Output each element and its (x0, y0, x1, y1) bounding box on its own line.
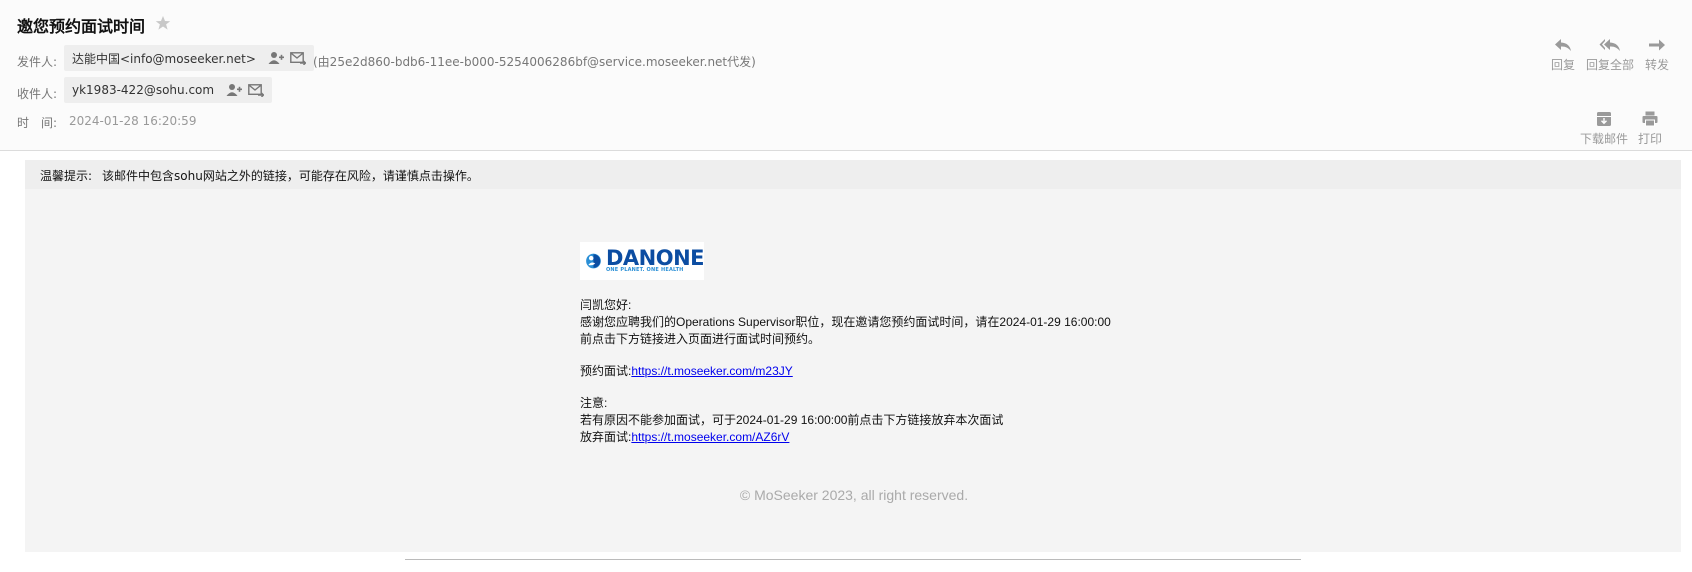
add-contact-icon[interactable] (226, 83, 243, 97)
greeting: 闫凯您好: (580, 298, 632, 312)
copyright-text: © MoSeeker 2023, all right reserved. (739, 487, 969, 503)
abandon-label: 放弃面试: (580, 430, 632, 444)
print-label: 打印 (1637, 132, 1662, 146)
sender-address[interactable]: 达能中国<info@moseeker.net> (72, 50, 256, 67)
recipient-address[interactable]: yk1983-422@sohu.com (72, 83, 214, 97)
send-mail-icon[interactable] (248, 83, 265, 97)
star-icon[interactable] (155, 15, 171, 31)
warning-text: 该邮件中包含sohu网站之外的链接，可能存在风险，请谨慎点击操作。 (102, 169, 479, 183)
to-label: 收件人: (17, 87, 58, 101)
print-button[interactable]: 打印 (1635, 110, 1665, 147)
note-text: 若有原因不能参加面试，可于2024-01-29 16:00:00前点击下方链接放… (580, 413, 1004, 427)
message-line-1: 感谢您应聘我们的Operations Supervisor职位，现在邀请您预约面… (580, 315, 1111, 329)
booking-row: 预约面试:https://t.moseeker.com/m23JY (580, 363, 1180, 380)
time-label: 时 间: (17, 116, 58, 130)
reply-icon (1555, 39, 1571, 51)
reply-button[interactable]: 回复 (1547, 37, 1579, 73)
from-label: 发件人: (17, 55, 58, 69)
message-content: 闫凯您好: 感谢您应聘我们的Operations Supervisor职位，现在… (580, 297, 1180, 446)
logo-wordmark: DANONE (605, 246, 705, 270)
danone-logo: DANONE ONE PLANET. ONE HEALTH (580, 242, 705, 280)
forward-button[interactable]: 转发 (1641, 37, 1673, 73)
send-mail-icon[interactable] (290, 51, 306, 65)
warning-title: 温馨提示: (40, 169, 93, 183)
danone-logo-icon (586, 253, 601, 269)
print-icon (1642, 111, 1658, 127)
abandon-row: 放弃面试:https://t.moseeker.com/AZ6rV (580, 429, 1180, 446)
reply-label: 回复 (1550, 58, 1575, 72)
message-line-2: 前点击下方链接进入页面进行面试时间预约。 (580, 332, 821, 346)
email-subject: 邀您预约面试时间 (17, 17, 146, 36)
forward-icon (1649, 39, 1665, 51)
add-contact-icon[interactable] (268, 51, 284, 65)
security-warning-bar: 温馨提示: 该邮件中包含sohu网站之外的链接，可能存在风险，请谨慎点击操作。 (25, 160, 1681, 189)
reply-all-label: 回复全部 (1585, 58, 1634, 72)
abandon-link[interactable]: https://t.moseeker.com/AZ6rV (631, 430, 789, 444)
download-mail-button[interactable]: 下载邮件 (1578, 110, 1630, 147)
download-label: 下载邮件 (1579, 132, 1628, 146)
booking-link[interactable]: https://t.moseeker.com/m23JY (631, 364, 792, 378)
sent-time: 2024-01-28 16:20:59 (69, 114, 197, 128)
recipient-chip[interactable]: yk1983-422@sohu.com (64, 77, 273, 103)
sender-chip[interactable]: 达能中国<info@moseeker.net> (64, 45, 314, 71)
note-label: 注意: (580, 396, 608, 410)
reply-all-button[interactable]: 回复全部 (1583, 37, 1637, 73)
download-icon (1597, 112, 1611, 126)
booking-label: 预约面试: (580, 364, 632, 378)
email-header: 邀您预约面试时间 发件人: 达能中国<info@moseeker.net> (由… (0, 0, 1692, 151)
reply-all-icon (1599, 39, 1620, 51)
divider (405, 559, 1301, 560)
sender-via-note: (由25e2d860-bdb6-11ee-b000-5254006286bf@s… (313, 55, 756, 69)
forward-label: 转发 (1644, 58, 1669, 72)
